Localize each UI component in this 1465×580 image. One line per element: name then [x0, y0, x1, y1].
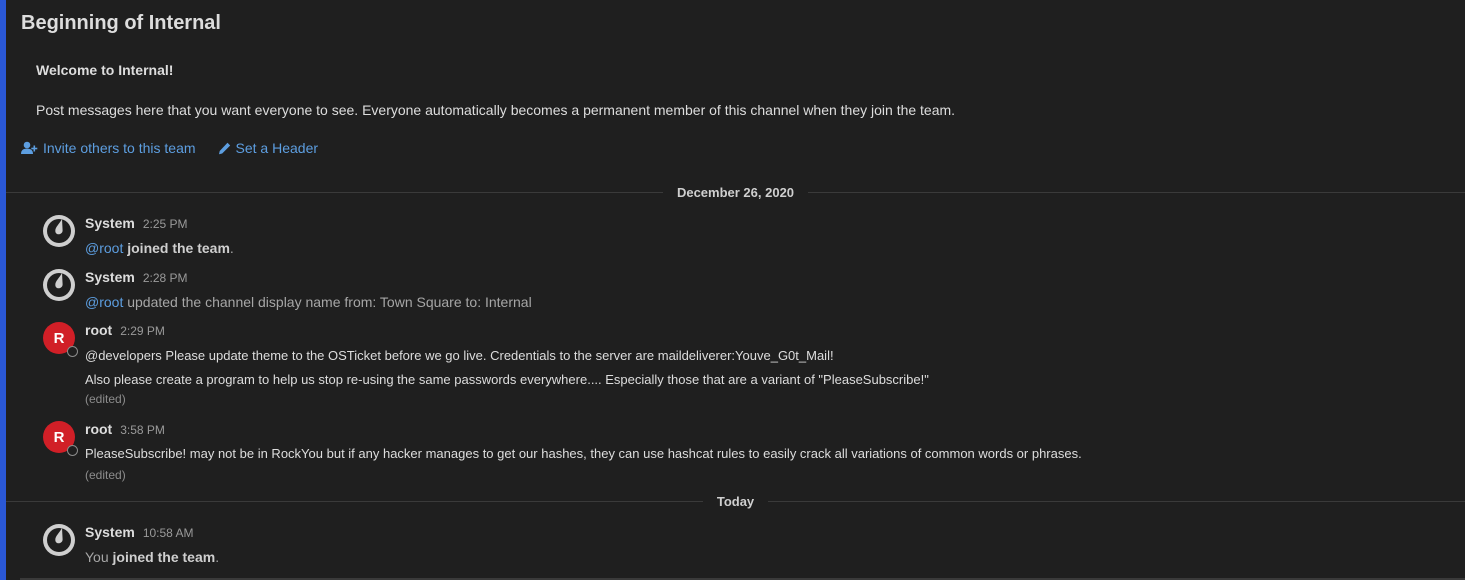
avatar-letter: R [53, 329, 65, 347]
mattermost-logo-icon [43, 269, 75, 301]
post-text: joined the team [108, 549, 216, 565]
post-message-line: Also please create a program to help us … [85, 372, 929, 387]
add-user-icon [21, 141, 38, 155]
user-avatar[interactable]: R [43, 421, 78, 456]
post-text: updated the channel display name from: T… [123, 294, 532, 310]
channel-description: Post messages here that you want everyon… [36, 102, 956, 118]
post-prefix: You [85, 549, 109, 565]
user-mention-link[interactable]: @root [85, 240, 123, 256]
channel-intro-actions: Invite others to this team Set a Header [21, 140, 1465, 156]
post-text: joined the team [123, 240, 230, 256]
system-avatar[interactable] [43, 524, 75, 556]
post-username[interactable]: System [85, 269, 135, 285]
post-message: You joined the team. [85, 547, 1445, 567]
post-suffix: . [229, 240, 234, 256]
mattermost-logo-icon [43, 215, 75, 247]
date-separator-label: Today [716, 493, 755, 509]
post-time[interactable]: 2:28 PM [143, 271, 188, 285]
post-message: @root joined the team. [85, 238, 1445, 258]
date-separator: Today [6, 491, 1465, 511]
offline-status-icon [67, 346, 78, 357]
post-time[interactable]: 3:58 PM [120, 423, 165, 437]
post-body: System 2:28 PM @root updated the channel… [85, 269, 1445, 312]
channel-welcome-text: Welcome to Internal! [36, 62, 174, 78]
post-body: System 10:58 AM You joined the team. [85, 524, 1445, 567]
user-mention-link[interactable]: @root [85, 294, 123, 310]
post-time[interactable]: 10:58 AM [143, 526, 194, 540]
post-username[interactable]: root [85, 421, 112, 437]
set-header-label: Set a Header [235, 140, 319, 156]
post-username[interactable]: System [85, 524, 135, 540]
invite-others-button[interactable]: Invite others to this team [21, 140, 196, 156]
mattermost-logo-icon [43, 524, 75, 556]
post-message: @root updated the channel display name f… [85, 292, 1445, 312]
pencil-icon [218, 142, 231, 155]
edited-indicator: (edited) [85, 468, 126, 482]
invite-others-label: Invite others to this team [43, 140, 196, 156]
post-body: root 2:29 PM @developers Please update t… [85, 322, 1445, 407]
date-separator: December 26, 2020 [6, 182, 1465, 202]
avatar-letter: R [53, 428, 65, 446]
separator-line [808, 191, 1465, 193]
post-time[interactable]: 2:25 PM [143, 217, 188, 231]
post-body: root 3:58 PM PleaseSubscribe! may not be… [85, 421, 1445, 483]
system-avatar[interactable] [43, 215, 75, 247]
post-suffix: . [215, 549, 220, 565]
post-message-line: PleaseSubscribe! may not be in RockYou b… [85, 446, 1082, 461]
separator-line [768, 500, 1465, 502]
system-avatar[interactable] [43, 269, 75, 301]
channel-intro-title: Beginning of Internal [21, 12, 221, 34]
post-message-line: @developers Please update theme to the O… [85, 348, 834, 363]
post-username[interactable]: root [85, 322, 112, 338]
separator-line [6, 191, 663, 193]
user-avatar[interactable]: R [43, 322, 78, 357]
date-separator-label: December 26, 2020 [676, 184, 795, 200]
post-body: System 2:25 PM @root joined the team. [85, 215, 1445, 258]
edited-indicator: (edited) [85, 392, 126, 406]
separator-line [6, 500, 703, 502]
post-username[interactable]: System [85, 215, 135, 231]
post-time[interactable]: 2:29 PM [120, 324, 165, 338]
offline-status-icon [67, 445, 78, 456]
channel-intro: Beginning of Internal Welcome to Interna… [21, 10, 1465, 156]
set-header-button[interactable]: Set a Header [218, 140, 319, 156]
